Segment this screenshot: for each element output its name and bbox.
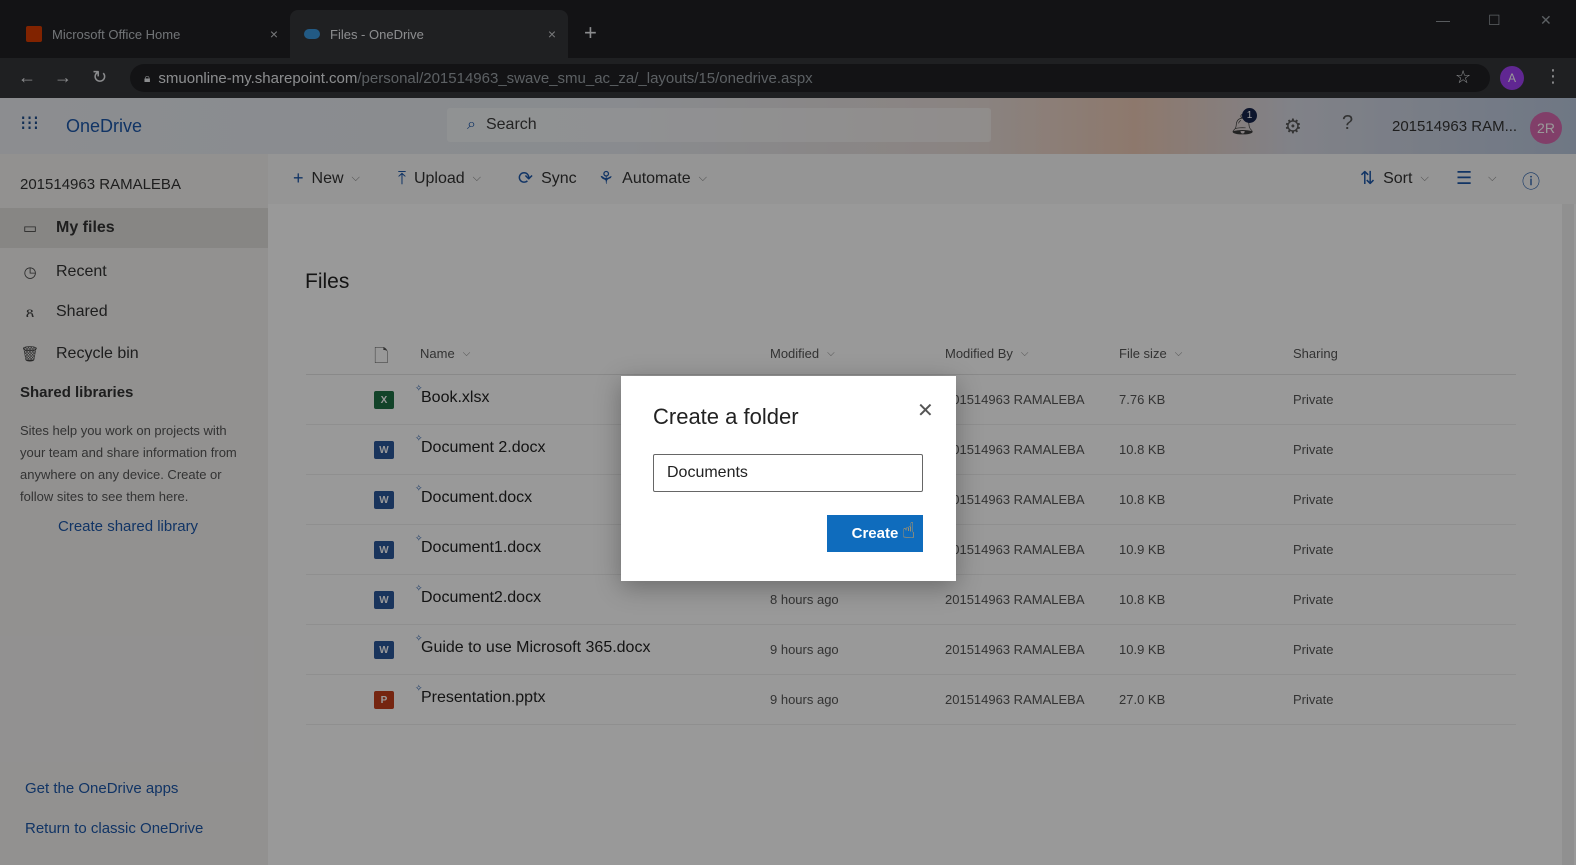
folder-name-input[interactable] — [653, 454, 923, 492]
close-icon[interactable]: ✕ — [917, 398, 934, 423]
create-folder-dialog: Create a folder ✕ Create — [621, 376, 956, 581]
screen: Microsoft Office Home × Files - OneDrive… — [0, 0, 1576, 865]
dialog-title: Create a folder — [653, 404, 799, 429]
hand-cursor-icon: ☝ — [902, 518, 916, 543]
